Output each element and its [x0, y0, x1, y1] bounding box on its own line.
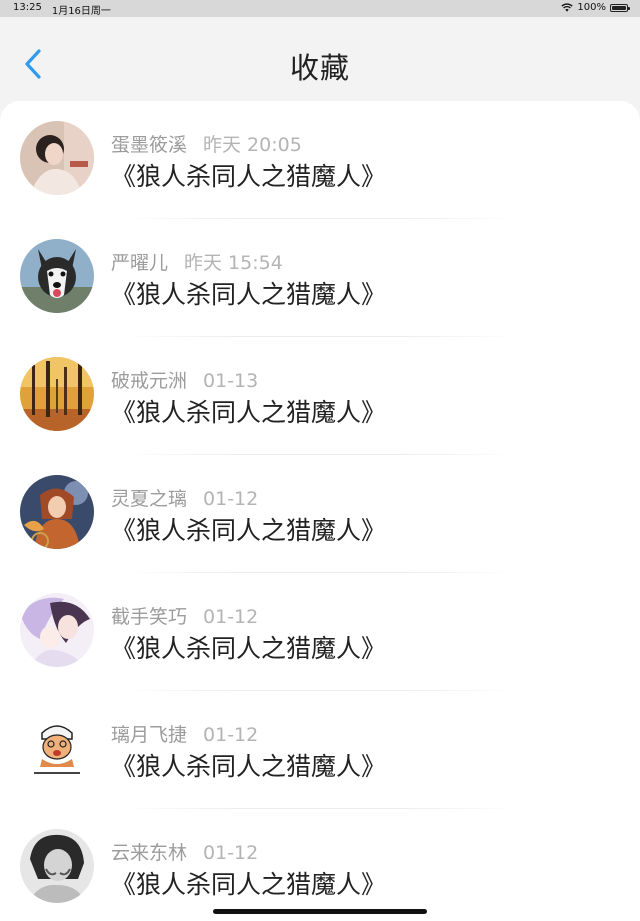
- item-meta: 灵夏之璃 01-12: [111, 484, 258, 511]
- autumn-forest-avatar-icon: [20, 357, 94, 431]
- husky-dog-avatar-icon: [20, 239, 94, 313]
- item-title[interactable]: 《狼人杀同人之猎魔人》: [111, 629, 386, 665]
- timestamp: 01-12: [203, 488, 259, 510]
- item-title[interactable]: 《狼人杀同人之猎魔人》: [111, 393, 386, 429]
- girl-portrait-avatar-icon: [20, 121, 94, 195]
- battery-percent: 100%: [577, 2, 606, 13]
- battery-level: [612, 5, 626, 10]
- author-name[interactable]: 蛋墨筱溪: [111, 134, 187, 156]
- status-time: 13:25: [13, 2, 42, 13]
- item-meta: 璃月飞捷 01-12: [111, 720, 258, 747]
- list-item[interactable]: 蛋墨筱溪 昨天 20:05 《狼人杀同人之猎魔人》: [0, 101, 640, 219]
- timestamp: 昨天 20:05: [203, 134, 302, 156]
- item-title[interactable]: 《狼人杀同人之猎魔人》: [111, 157, 386, 193]
- anime-couple-avatar-icon: [20, 593, 94, 667]
- list-item[interactable]: 灵夏之璃 01-12 《狼人杀同人之猎魔人》: [0, 455, 640, 573]
- status-bar: 13:25 1月16日周一 100%: [0, 0, 640, 17]
- avatar[interactable]: [20, 239, 94, 313]
- avatar[interactable]: [20, 829, 94, 903]
- status-date: 1月16日周一: [51, 6, 111, 17]
- item-title[interactable]: 《狼人杀同人之猎魔人》: [111, 275, 386, 311]
- list-item[interactable]: 云来东林 01-12 《狼人杀同人之猎魔人》: [0, 809, 640, 921]
- favorites-list: 蛋墨筱溪 昨天 20:05 《狼人杀同人之猎魔人》 严曜儿 昨天 15:54 《…: [0, 101, 640, 921]
- author-name[interactable]: 严曜儿: [111, 252, 168, 274]
- avatar[interactable]: [20, 711, 94, 785]
- timestamp: 01-13: [203, 370, 259, 392]
- item-title[interactable]: 《狼人杀同人之猎魔人》: [111, 865, 386, 901]
- item-meta: 云来东林 01-12: [111, 838, 258, 865]
- battery-icon: [610, 3, 630, 12]
- timestamp: 01-12: [203, 724, 259, 746]
- item-title[interactable]: 《狼人杀同人之猎魔人》: [111, 511, 386, 547]
- avatar[interactable]: [20, 121, 94, 195]
- item-title[interactable]: 《狼人杀同人之猎魔人》: [111, 747, 386, 783]
- avatar[interactable]: [20, 357, 94, 431]
- page-title: 收藏: [289, 51, 350, 85]
- item-meta: 截手笑巧 01-12: [111, 602, 258, 629]
- wifi-icon: [561, 3, 574, 12]
- item-meta: 破戒元洲 01-13: [111, 366, 258, 393]
- home-indicator[interactable]: [213, 909, 427, 914]
- list-item[interactable]: 截手笑巧 01-12 《狼人杀同人之猎魔人》: [0, 573, 640, 691]
- timestamp: 昨天 15:54: [184, 252, 283, 274]
- list-item[interactable]: 严曜儿 昨天 15:54 《狼人杀同人之猎魔人》: [0, 219, 640, 337]
- timestamp: 01-12: [203, 606, 259, 628]
- author-name[interactable]: 灵夏之璃: [111, 488, 187, 510]
- bw-portrait-avatar-icon: [20, 829, 94, 903]
- fantasy-girl-avatar-icon: [20, 475, 94, 549]
- timestamp: 01-12: [203, 842, 259, 864]
- author-name[interactable]: 云来东林: [111, 842, 187, 864]
- screen: 13:25 1月16日周一 100% 收藏 蛋墨筱溪 昨天 20:05 《狼人杀…: [0, 0, 640, 921]
- avatar[interactable]: [20, 593, 94, 667]
- item-meta: 蛋墨筱溪 昨天 20:05: [111, 130, 302, 157]
- list-item[interactable]: 破戒元洲 01-13 《狼人杀同人之猎魔人》: [0, 337, 640, 455]
- author-name[interactable]: 破戒元洲: [111, 370, 187, 392]
- nav-bar: 收藏: [0, 17, 640, 101]
- item-meta: 严曜儿 昨天 15:54: [111, 248, 283, 275]
- author-name[interactable]: 截手笑巧: [111, 606, 187, 628]
- avatar[interactable]: [20, 475, 94, 549]
- author-name[interactable]: 璃月飞捷: [111, 724, 187, 746]
- cartoon-man-avatar-icon: [20, 711, 94, 785]
- list-item[interactable]: 璃月飞捷 01-12 《狼人杀同人之猎魔人》: [0, 691, 640, 809]
